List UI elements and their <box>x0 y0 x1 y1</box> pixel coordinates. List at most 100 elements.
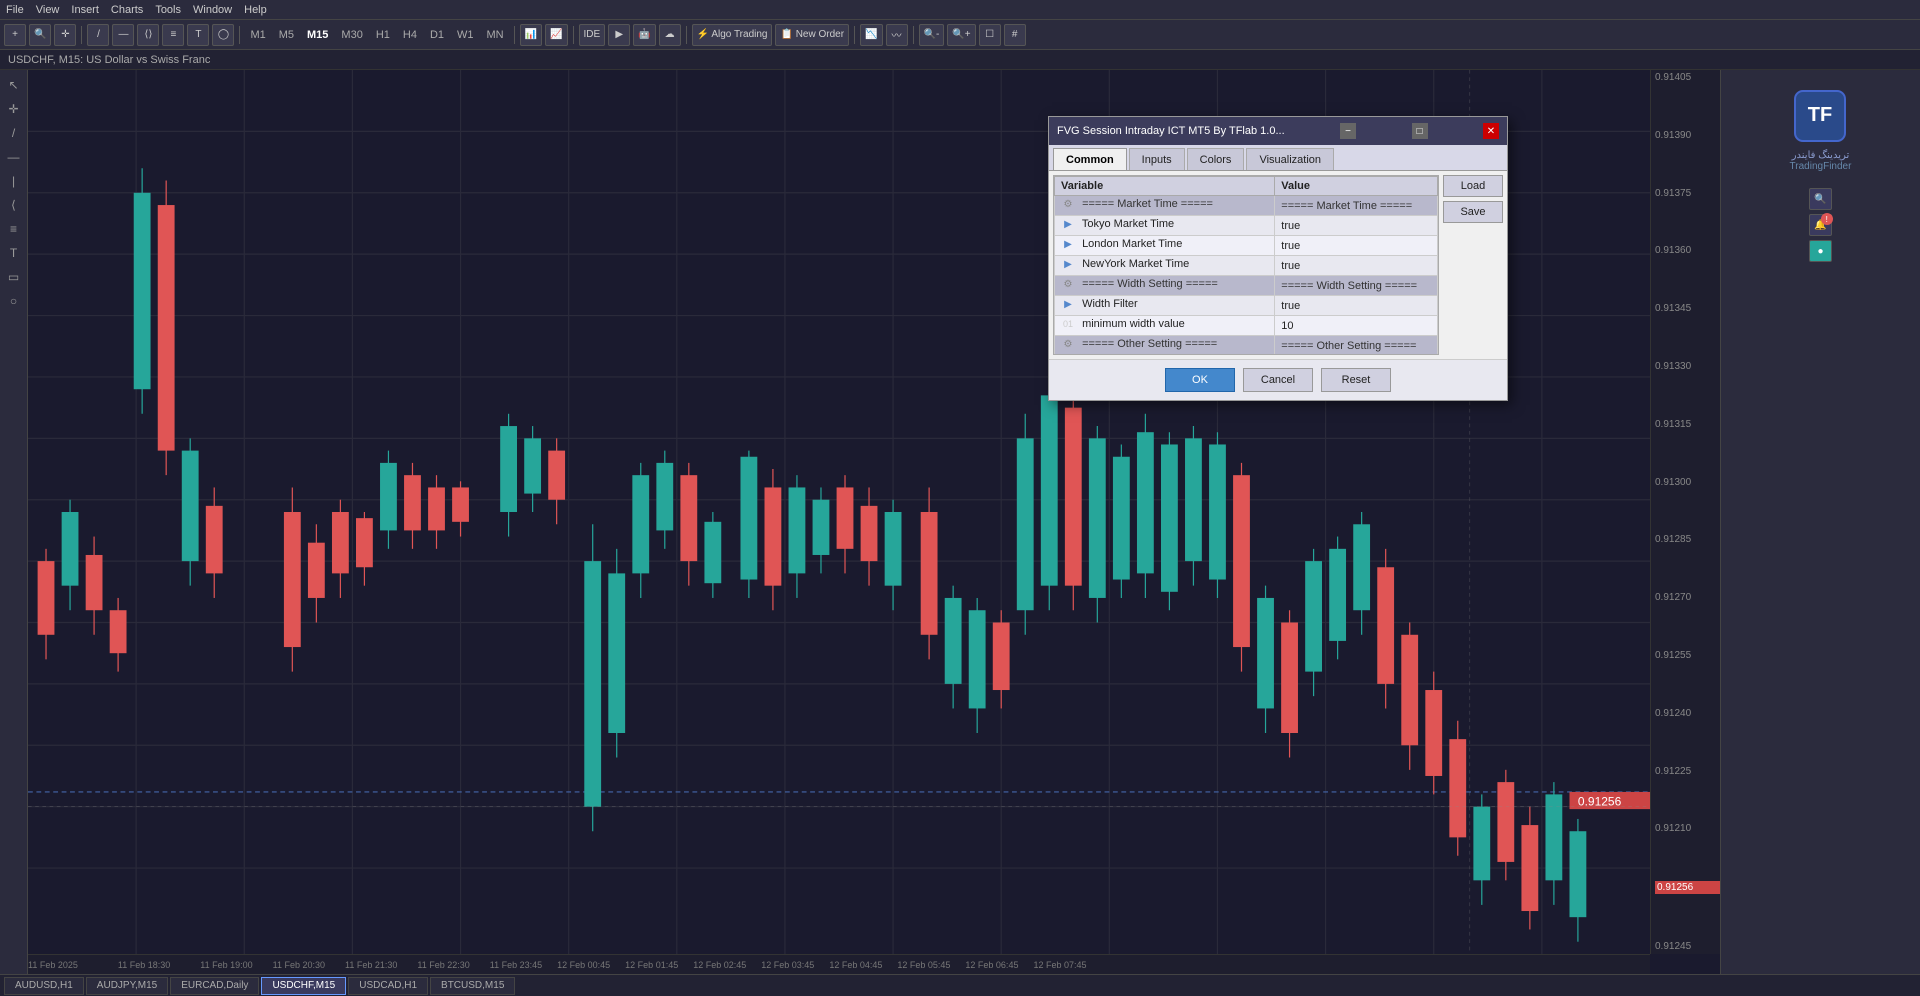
variables-table-wrapper[interactable]: Variable Value ⚙ ===== M <box>1053 175 1439 355</box>
dialog-maximize-btn[interactable]: □ <box>1412 123 1428 139</box>
hline-tool-btn[interactable]: — <box>112 24 134 46</box>
indicators-btn[interactable]: 📈 <box>545 24 567 46</box>
time-label-13: 12 Feb 06:45 <box>965 960 1018 970</box>
fib-draw-tool[interactable]: ≡ <box>3 218 25 240</box>
cancel-button[interactable]: Cancel <box>1243 368 1313 392</box>
tf-m5[interactable]: M5 <box>274 25 299 45</box>
tf-w1[interactable]: W1 <box>452 25 479 45</box>
tf-mn[interactable]: MN <box>482 25 509 45</box>
connect-icon-btn[interactable]: ● <box>1809 240 1831 262</box>
branding-arabic: تریدینگ فایندر <box>1792 150 1850 161</box>
menu-bar: File View Insert Charts Tools Window Hel… <box>0 0 1920 20</box>
chart-type-btn[interactable]: 📊 <box>520 24 542 46</box>
settings-dialog[interactable]: FVG Session Intraday ICT MT5 By TFlab 1.… <box>1048 116 1508 401</box>
dialog-close-btn[interactable]: ✕ <box>1483 123 1499 139</box>
reset-button[interactable]: Reset <box>1321 368 1391 392</box>
tf-h4[interactable]: H4 <box>398 25 422 45</box>
current-price: 0.91256 <box>1655 881 1720 894</box>
cloud-btn[interactable]: ☁ <box>659 24 681 46</box>
chart-area[interactable]: 0.91256 11 Feb 2025 11 Feb 18:30 11 Feb … <box>28 70 1720 974</box>
crosshair-tool[interactable]: ✛ <box>3 98 25 120</box>
tf-m1[interactable]: M1 <box>245 25 270 45</box>
price-3: 0.91360 <box>1655 245 1716 256</box>
rect-draw-tool[interactable]: ▭ <box>3 266 25 288</box>
tab-usdchf-m15[interactable]: USDCHF,M15 <box>261 977 346 995</box>
search-icon-btn[interactable]: 🔍 <box>1809 188 1831 210</box>
dialog-title: FVG Session Intraday ICT MT5 By TFlab 1.… <box>1057 125 1285 137</box>
tab-common[interactable]: Common <box>1053 148 1127 170</box>
menu-file[interactable]: File <box>6 4 24 16</box>
branding-container: TF تریدینگ فایندر TradingFinder <box>1790 78 1852 180</box>
menu-insert[interactable]: Insert <box>71 4 99 16</box>
channel-draw-tool[interactable]: ⟨ <box>3 194 25 216</box>
ok-button[interactable]: OK <box>1165 368 1235 392</box>
tab-inputs[interactable]: Inputs <box>1129 148 1185 170</box>
dialog-minimize-btn[interactable]: − <box>1340 123 1356 139</box>
script-btn[interactable]: ▶ <box>608 24 630 46</box>
tf-d1[interactable]: D1 <box>425 25 449 45</box>
tf-m30[interactable]: M30 <box>336 25 367 45</box>
new-chart-btn[interactable]: + <box>4 24 26 46</box>
menu-view[interactable]: View <box>36 4 60 16</box>
time-label-11: 12 Feb 04:45 <box>829 960 882 970</box>
gear-icon: ⚙ <box>1061 199 1075 213</box>
line-tool-btn[interactable]: / <box>87 24 109 46</box>
tab-eurcad-daily[interactable]: EURCAD,Daily <box>170 977 259 995</box>
branding-english: TradingFinder <box>1790 161 1852 172</box>
algo-trading-btn[interactable]: ⚡ Algo Trading <box>692 24 773 46</box>
time-axis: 11 Feb 2025 11 Feb 18:30 11 Feb 19:00 11… <box>28 954 1650 974</box>
side-buttons: Load Save <box>1443 171 1507 359</box>
tab-audusd-h1[interactable]: AUDUSD,H1 <box>4 977 84 995</box>
tick-chart-btn[interactable]: 〰 <box>886 24 908 46</box>
notification-icon-btn[interactable]: 🔔 ! <box>1809 214 1831 236</box>
symbol-text: USDCHF, M15: US Dollar vs Swiss Franc <box>8 54 210 66</box>
text-draw-tool[interactable]: T <box>3 242 25 264</box>
price-axis: 0.91405 0.91390 0.91375 0.91360 0.91345 … <box>1650 70 1720 954</box>
tab-btcusd-m15[interactable]: BTCUSD,M15 <box>430 977 515 995</box>
gear-icon: ⚙ <box>1061 339 1075 353</box>
tab-visualization[interactable]: Visualization <box>1246 148 1334 170</box>
tab-colors[interactable]: Colors <box>1187 148 1245 170</box>
tab-usdcad-h1[interactable]: USDCAD,H1 <box>348 977 428 995</box>
vline-draw-tool[interactable]: | <box>3 170 25 192</box>
table-row: ⚙ ===== Width Setting ===== ===== Width … <box>1055 276 1438 296</box>
tf-h1[interactable]: H1 <box>371 25 395 45</box>
menu-help[interactable]: Help <box>244 4 267 16</box>
line-draw-tool[interactable]: / <box>3 122 25 144</box>
ide-btn[interactable]: IDE <box>579 24 606 46</box>
text-tool-btn[interactable]: T <box>187 24 209 46</box>
zoom-in2-btn[interactable]: 🔍+ <box>947 24 975 46</box>
depth-btn[interactable]: 📉 <box>860 24 882 46</box>
zoom-out-btn[interactable]: 🔍- <box>919 24 945 46</box>
dialog-titlebar: FVG Session Intraday ICT MT5 By TFlab 1.… <box>1049 117 1507 145</box>
channel-tool-btn[interactable]: ⟨⟩ <box>137 24 159 46</box>
time-label-10: 12 Feb 03:45 <box>761 960 814 970</box>
cursor-tool[interactable]: ↖ <box>3 74 25 96</box>
right-icons: 🔍 🔔 ! ● <box>1809 188 1831 262</box>
grid-btn[interactable]: # <box>1004 24 1026 46</box>
menu-tools[interactable]: Tools <box>155 4 181 16</box>
hline-draw-tool[interactable]: — <box>3 146 25 168</box>
ea-btn[interactable]: 🤖 <box>633 24 655 46</box>
ellipse-draw-tool[interactable]: ○ <box>3 290 25 312</box>
crosshair-btn[interactable]: ✛ <box>54 24 76 46</box>
shape-tool-btn[interactable]: ◯ <box>212 24 234 46</box>
fib-tool-btn[interactable]: ≡ <box>162 24 184 46</box>
zoom-in-btn[interactable]: 🔍 <box>29 24 51 46</box>
time-label-5: 11 Feb 22:30 <box>417 960 469 970</box>
load-button[interactable]: Load <box>1443 175 1503 197</box>
dialog-tabs: Common Inputs Colors Visualization <box>1049 145 1507 171</box>
menu-charts[interactable]: Charts <box>111 4 143 16</box>
menu-window[interactable]: Window <box>193 4 232 16</box>
tab-audjpy-m15[interactable]: AUDJPY,M15 <box>86 977 168 995</box>
svg-text:TF: TF <box>1808 104 1832 126</box>
save-button[interactable]: Save <box>1443 201 1503 223</box>
time-label-9: 12 Feb 02:45 <box>693 960 746 970</box>
notification-badge: ! <box>1821 213 1833 225</box>
toolbar: + 🔍 ✛ / — ⟨⟩ ≡ T ◯ M1 M5 M15 M30 H1 H4 D… <box>0 20 1920 50</box>
new-order-btn[interactable]: 📋 New Order <box>775 24 849 46</box>
tf-m15[interactable]: M15 <box>302 25 333 45</box>
time-label-2: 11 Feb 19:00 <box>200 960 252 970</box>
num-icon: 01 <box>1061 319 1075 333</box>
objects-btn[interactable]: ☐ <box>979 24 1001 46</box>
